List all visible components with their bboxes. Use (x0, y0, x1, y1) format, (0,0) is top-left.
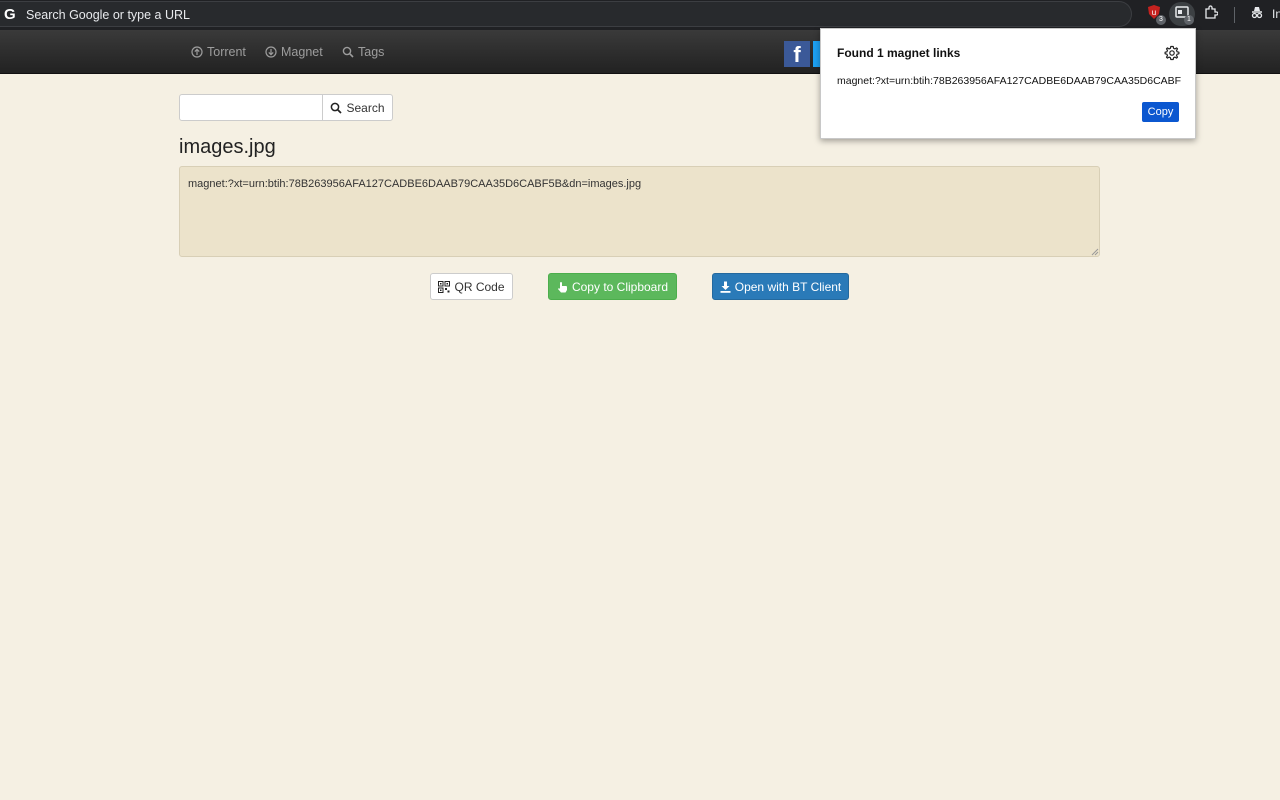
open-with-bt-client-label: Open with BT Client (734, 279, 842, 294)
nav-item-magnet[interactable]: Magnet (265, 45, 323, 59)
nav-item-tags[interactable]: Tags (342, 45, 384, 59)
puzzle-icon (1204, 4, 1219, 24)
nav-item-label: Tags (358, 45, 385, 59)
ublock-extension-button[interactable]: u 3 (1141, 2, 1167, 26)
copy-to-clipboard-label: Copy to Clipboard (571, 279, 669, 294)
upload-circle-icon (191, 46, 203, 58)
magnet-link-textarea[interactable]: magnet:?xt=urn:btih:78B263956AFA127CADBE… (179, 166, 1100, 257)
ublock-badge: 3 (1156, 15, 1166, 25)
svg-text:u: u (1152, 8, 1156, 17)
extensions-menu-button[interactable] (1198, 2, 1224, 26)
download-circle-icon (265, 46, 277, 58)
nav-item-torrent[interactable]: Torrent (191, 45, 246, 59)
copy-to-clipboard-button[interactable]: Copy to Clipboard (548, 273, 677, 300)
google-icon: G (4, 6, 16, 23)
magnet-extension-popup: Found 1 magnet links magnet:?xt=urn:btih… (820, 28, 1196, 139)
search-button-label: Search (346, 100, 385, 115)
qr-code-button[interactable]: QR Code (430, 273, 513, 300)
popup-copy-button[interactable]: Copy (1142, 102, 1179, 122)
popup-title: Found 1 magnet links (837, 46, 961, 60)
facebook-icon: f (793, 42, 801, 67)
incognito-button[interactable] (1244, 2, 1270, 26)
search-button[interactable]: Search (322, 94, 393, 121)
popup-magnet-link: magnet:?xt=urn:btih:78B263956AFA127CADBE… (837, 75, 1181, 87)
resize-grip-icon[interactable] (1091, 248, 1099, 256)
page-title: images.jpg (179, 136, 276, 158)
search-input[interactable] (179, 94, 323, 121)
browser-toolbar: G Search Google or type a URL u 3 1 In (0, 0, 1280, 30)
download-icon (720, 281, 731, 293)
facebook-share-button[interactable]: f (784, 41, 810, 67)
nav-item-label: Magnet (281, 45, 323, 59)
search-icon (331, 102, 343, 114)
qr-code-label: QR Code (454, 279, 505, 294)
toolbar-divider (1234, 7, 1235, 23)
incognito-label: In (1272, 7, 1280, 21)
omnibox[interactable]: G Search Google or type a URL (0, 1, 1132, 27)
hand-pointer-icon (557, 281, 567, 292)
open-with-bt-client-button[interactable]: Open with BT Client (712, 273, 849, 300)
nav-item-label: Torrent (207, 45, 246, 59)
search-icon (342, 46, 354, 58)
magnet-extension-badge: 1 (1184, 15, 1194, 25)
omnibox-placeholder[interactable]: Search Google or type a URL (26, 7, 190, 23)
magnet-extension-button[interactable]: 1 (1169, 2, 1195, 26)
gear-icon[interactable] (1164, 45, 1180, 61)
incognito-icon (1250, 5, 1264, 24)
qrcode-icon (438, 280, 451, 293)
